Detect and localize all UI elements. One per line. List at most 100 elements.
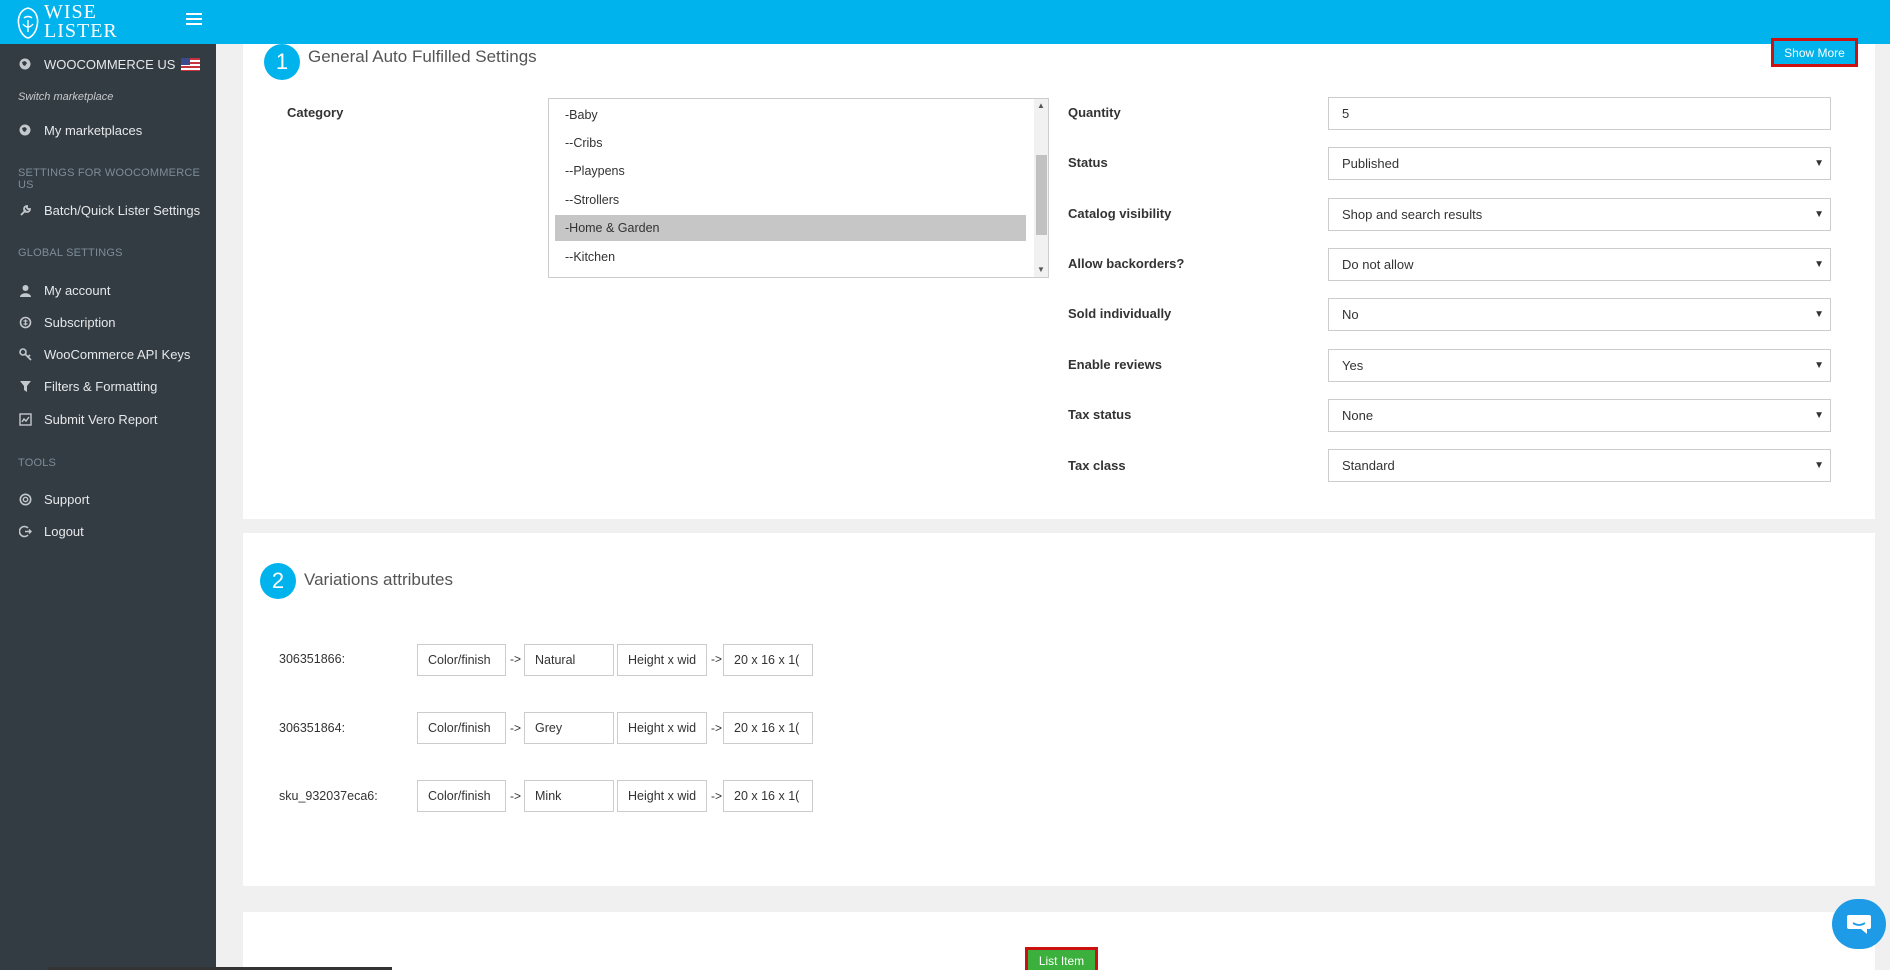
- sidebar: WOOCOMMERCE US Switch marketplace My mar…: [0, 44, 216, 970]
- enable-reviews-select[interactable]: Yes ▼: [1328, 349, 1831, 382]
- logo-line-1: WISE: [44, 1, 97, 23]
- section-title-variations: Variations attributes: [304, 570, 453, 589]
- attribute-name-input[interactable]: Height x wid: [617, 780, 707, 812]
- mapping-arrow: ->: [510, 789, 522, 803]
- status-value: Published: [1342, 156, 1400, 171]
- attribute-value-input[interactable]: 20 x 16 x 1(: [723, 780, 813, 812]
- step-number-1: 1: [264, 44, 300, 80]
- menu-toggle-icon[interactable]: [186, 13, 202, 29]
- tax-status-select[interactable]: None ▼: [1328, 399, 1831, 432]
- sold-individually-value: No: [1342, 307, 1359, 322]
- sidebar-item-support[interactable]: Support: [18, 489, 90, 509]
- mapping-arrow: ->: [711, 721, 723, 735]
- chat-widget-button[interactable]: [1832, 899, 1886, 949]
- lion-logo-icon: [17, 7, 39, 39]
- tax-class-select[interactable]: Standard ▼: [1328, 449, 1831, 482]
- tools-header: TOOLS: [18, 457, 57, 469]
- tax-status-label: Tax status: [1068, 407, 1132, 422]
- attribute-name-input[interactable]: Color/finish: [417, 712, 506, 744]
- variation-sku: 306351864:: [279, 721, 346, 735]
- attribute-name-input[interactable]: Color/finish: [417, 644, 506, 676]
- logo-line-2: LISTER: [44, 20, 118, 42]
- mapping-arrow: ->: [711, 789, 723, 803]
- quantity-input[interactable]: 5: [1328, 97, 1831, 130]
- category-option[interactable]: --Strollers: [555, 187, 1026, 213]
- mapping-arrow: ->: [711, 652, 723, 666]
- mapping-arrow: ->: [510, 721, 522, 735]
- attribute-name-input[interactable]: Height x wid: [617, 712, 707, 744]
- variations-card: [243, 533, 1875, 886]
- scroll-up-icon[interactable]: ▲: [1037, 101, 1045, 110]
- category-option-selected[interactable]: -Home & Garden: [555, 215, 1026, 241]
- dropdown-caret-icon: ▼: [1814, 460, 1824, 471]
- status-select[interactable]: Published ▼: [1328, 147, 1831, 180]
- list-item-button[interactable]: List Item: [1025, 947, 1098, 970]
- sold-individually-select[interactable]: No ▼: [1328, 298, 1831, 331]
- top-bar: WISE LISTER: [0, 0, 1890, 44]
- sold-individually-label: Sold individually: [1068, 306, 1172, 321]
- show-more-button[interactable]: Show More: [1771, 38, 1858, 67]
- sidebar-item-label: My account: [44, 282, 111, 298]
- catalog-visibility-select[interactable]: Shop and search results ▼: [1328, 198, 1831, 231]
- global-settings-header: GLOBAL SETTINGS: [18, 247, 123, 259]
- attribute-name-input[interactable]: Height x wid: [617, 644, 707, 676]
- catalog-visibility-value: Shop and search results: [1342, 207, 1483, 222]
- us-flag-icon: [181, 57, 201, 71]
- sidebar-item-api-keys[interactable]: WooCommerce API Keys: [18, 344, 190, 364]
- sidebar-item-vero-report[interactable]: Submit Vero Report: [18, 409, 157, 429]
- sidebar-item-subscription[interactable]: Subscription: [18, 312, 116, 332]
- dropdown-caret-icon: ▼: [1814, 309, 1824, 320]
- sidebar-item-label: Submit Vero Report: [44, 411, 158, 427]
- sidebar-item-label: My marketplaces: [44, 122, 143, 138]
- category-option[interactable]: --Playpens: [555, 158, 1026, 184]
- subscription-icon: [18, 315, 32, 329]
- attribute-value-input[interactable]: 20 x 16 x 1(: [723, 712, 813, 744]
- sidebar-item-logout[interactable]: Logout: [18, 521, 84, 541]
- key-icon: [18, 347, 32, 361]
- scrollbar-thumb[interactable]: [1036, 155, 1047, 235]
- tax-class-label: Tax class: [1068, 458, 1126, 473]
- dropdown-caret-icon: ▼: [1814, 360, 1824, 371]
- status-label: Status: [1068, 155, 1108, 170]
- attribute-value-input[interactable]: Mink: [524, 780, 614, 812]
- sidebar-item-label: Support: [44, 491, 90, 507]
- sidebar-item-label: Batch/Quick Lister Settings: [44, 202, 201, 218]
- tax-class-value: Standard: [1342, 458, 1395, 473]
- attribute-value-input[interactable]: Grey: [524, 712, 614, 744]
- attribute-value-input[interactable]: Natural: [524, 644, 614, 676]
- tax-status-value: None: [1342, 408, 1374, 423]
- sidebar-item-filters[interactable]: Filters & Formatting: [18, 376, 157, 396]
- enable-reviews-label: Enable reviews: [1068, 357, 1162, 372]
- sidebar-item-my-marketplaces[interactable]: My marketplaces: [18, 120, 142, 140]
- variation-sku: 306351866:: [279, 652, 346, 666]
- dropdown-caret-icon: ▼: [1814, 158, 1824, 169]
- sidebar-item-current-marketplace[interactable]: WOOCOMMERCE US: [18, 54, 201, 74]
- attribute-value-input[interactable]: 20 x 16 x 1(: [723, 644, 813, 676]
- catalog-visibility-label: Catalog visibility: [1068, 206, 1172, 221]
- category-option[interactable]: --Kitchen: [555, 244, 1026, 270]
- category-label: Category: [287, 105, 344, 120]
- chat-bubble-icon: [1847, 915, 1871, 934]
- mapping-arrow: ->: [510, 652, 522, 666]
- backorders-select[interactable]: Do not allow ▼: [1328, 248, 1831, 281]
- scroll-down-icon[interactable]: ▼: [1037, 265, 1045, 274]
- category-option[interactable]: --Cribs: [555, 130, 1026, 156]
- user-icon: [18, 283, 32, 297]
- dropdown-caret-icon: ▼: [1814, 259, 1824, 270]
- switch-marketplace-link[interactable]: Switch marketplace: [18, 91, 113, 103]
- dropdown-caret-icon: ▼: [1814, 410, 1824, 421]
- filter-icon: [18, 379, 32, 393]
- backorders-label: Allow backorders?: [1068, 256, 1185, 271]
- listbox-scrollbar[interactable]: ▲ ▼: [1034, 99, 1048, 277]
- wise-lister-logo[interactable]: WISE LISTER: [14, 2, 126, 42]
- sidebar-item-my-account[interactable]: My account: [18, 280, 110, 300]
- sidebar-item-label: Filters & Formatting: [44, 378, 158, 394]
- attribute-name-input[interactable]: Color/finish: [417, 780, 506, 812]
- section-title-general: General Auto Fulfilled Settings: [308, 47, 537, 66]
- category-listbox[interactable]: -Baby --Cribs --Playpens --Strollers -Ho…: [548, 98, 1049, 278]
- globe-icon: [18, 123, 32, 137]
- report-icon: [18, 412, 32, 426]
- wrench-icon: [18, 203, 32, 217]
- sidebar-item-batch-settings[interactable]: Batch/Quick Lister Settings: [18, 200, 200, 220]
- category-option[interactable]: -Baby: [555, 102, 1026, 128]
